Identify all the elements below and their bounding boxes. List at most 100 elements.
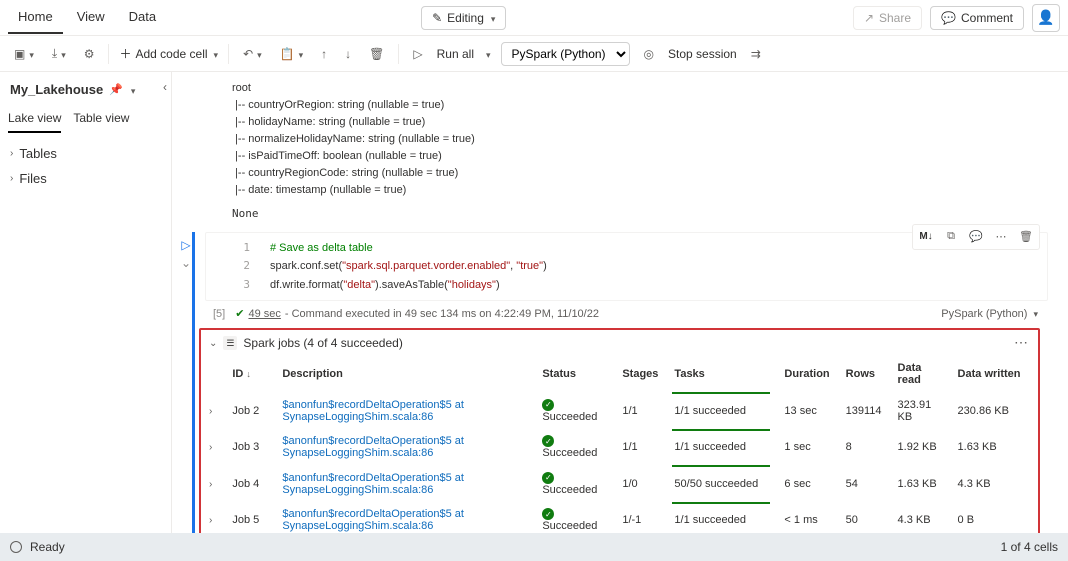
execution-status: [5] ✔ 49 sec - Command executed in 49 se…	[203, 301, 1048, 326]
job-tasks: 1/1 succeeded	[674, 405, 746, 417]
share-button[interactable]: ↗ Share	[853, 6, 922, 30]
kernel-select[interactable]: PySpark (Python)	[501, 42, 630, 66]
tree-files[interactable]: › Files	[6, 166, 165, 191]
job-data-read: 1.63 KB	[890, 465, 950, 502]
success-icon: ✓	[542, 508, 554, 520]
cell-comment-icon[interactable]: 💬	[965, 227, 987, 247]
job-id: Job 2	[224, 392, 274, 429]
spark-header-label: Spark jobs (4 of 4 succeeded)	[243, 336, 402, 350]
success-icon: ✓	[542, 472, 554, 484]
markdown-toggle-icon[interactable]: M↓	[915, 227, 937, 247]
status-bar: Ready 1 of 4 cells	[0, 533, 1068, 561]
none-output: None	[232, 207, 1048, 220]
spark-job-row[interactable]: › Job 3 $anonfun$recordDeltaOperation$5 at…	[201, 429, 1038, 466]
job-stages: 1/1	[614, 392, 666, 429]
queue-icon[interactable]: ⇉	[747, 45, 765, 63]
run-cell-icon[interactable]: ▷	[181, 238, 190, 252]
job-data-written: 4.3 KB	[950, 465, 1038, 502]
cell-prompt: [5]	[213, 308, 225, 320]
expand-row-icon[interactable]: ›	[209, 515, 212, 526]
menu-view[interactable]: View	[67, 1, 115, 34]
lake-view-tab[interactable]: Lake view	[8, 105, 61, 133]
editing-label: Editing	[447, 11, 484, 25]
share-icon: ↗	[864, 11, 874, 25]
exec-kernel: PySpark (Python)	[941, 308, 1027, 320]
run-all-button[interactable]: Run all	[437, 47, 474, 61]
chevron-down-icon[interactable]	[484, 47, 491, 61]
tree-files-label: Files	[19, 171, 46, 186]
spark-job-row[interactable]: ›Job 4$anonfun$recordDeltaOperation$5 at…	[201, 465, 1038, 502]
job-status: Succeeded	[542, 484, 597, 496]
status-ready: Ready	[30, 540, 65, 554]
job-data-written: 230.86 KB	[950, 392, 1038, 429]
export-icon[interactable]: ⤓	[48, 44, 70, 63]
job-description-link[interactable]: $anonfun$recordDeltaOperation$5 at Synap…	[282, 435, 464, 459]
task-progress-bar	[672, 392, 770, 394]
pin-icon[interactable]: 📌	[109, 83, 123, 96]
panel-more-icon[interactable]: ⋯	[1014, 334, 1028, 351]
job-tasks: 1/1 succeeded	[674, 514, 746, 526]
job-description-link[interactable]: $anonfun$recordDeltaOperation$5 at Synap…	[282, 399, 464, 423]
job-data-written: 0 B	[950, 502, 1038, 533]
delete-icon[interactable]: 🗑	[365, 45, 388, 63]
spark-jobs-table: ID ↓ Description Status Stages Tasks Dur…	[201, 356, 1038, 533]
job-description-link[interactable]: $anonfun$recordDeltaOperation$5 at Synap…	[282, 508, 464, 532]
cell-more-icon[interactable]: ⋯	[990, 227, 1012, 247]
add-code-cell-button[interactable]: ＋ Add code cell	[119, 45, 218, 62]
chevron-right-icon: ›	[10, 148, 13, 159]
menu-data[interactable]: Data	[119, 1, 166, 34]
cell-delete-icon[interactable]: 🗑	[1015, 227, 1037, 247]
edit-icon: ✎	[432, 11, 442, 25]
comment-button[interactable]: 💬 Comment	[930, 6, 1024, 30]
expand-row-icon[interactable]: ›	[209, 442, 212, 453]
job-status: Succeeded	[542, 411, 597, 423]
table-view-tab[interactable]: Table view	[73, 105, 129, 133]
run-icon[interactable]: ▷	[409, 45, 426, 63]
schema-output: root |-- countryOrRegion: string (nullab…	[192, 72, 1068, 226]
collapse-spark-icon[interactable]: ⌄	[209, 338, 217, 349]
task-progress-bar	[672, 465, 770, 467]
separator	[108, 44, 109, 64]
status-indicator-icon	[10, 541, 22, 553]
job-rows: 54	[838, 465, 890, 502]
target-icon[interactable]: ◎	[640, 45, 658, 63]
comment-icon: 💬	[941, 11, 956, 25]
save-icon[interactable]: ▣	[10, 45, 38, 63]
separator	[398, 44, 399, 64]
spark-jobs-panel: ⋯ ⌄ ☰ Spark jobs (4 of 4 succeeded) ID ↓…	[199, 328, 1040, 533]
cell-copy-icon[interactable]: ⧉	[940, 227, 962, 247]
exec-msg: - Command executed in 49 sec 134 ms on 4…	[285, 308, 599, 320]
job-status: Succeeded	[542, 447, 597, 459]
editing-button[interactable]: ✎ Editing	[421, 6, 506, 30]
collapse-cell-icon[interactable]: ⌄	[181, 256, 191, 270]
job-rows: 139114	[838, 392, 890, 429]
person-icon: 👤	[1037, 9, 1054, 26]
move-up-icon[interactable]: ↑	[317, 45, 331, 63]
collab-button[interactable]: 👤	[1032, 4, 1060, 32]
job-status: Succeeded	[542, 520, 597, 532]
job-duration: 13 sec	[776, 392, 837, 429]
menu-home[interactable]: Home	[8, 1, 63, 34]
clipboard-icon[interactable]: 📋	[276, 45, 307, 63]
task-progress-bar	[672, 429, 770, 431]
expand-row-icon[interactable]: ›	[209, 479, 212, 490]
job-description-link[interactable]: $anonfun$recordDeltaOperation$5 at Synap…	[282, 472, 464, 496]
chevron-down-icon[interactable]	[1031, 308, 1038, 320]
collapse-sidebar-icon[interactable]: ‹	[163, 80, 167, 94]
cell-toolbar: M↓ ⧉ 💬 ⋯ 🗑	[912, 224, 1040, 250]
job-duration: 6 sec	[776, 465, 837, 502]
job-id: Job 3	[224, 429, 274, 466]
job-id: Job 5	[224, 502, 274, 533]
code-cell-5[interactable]: M↓ ⧉ 💬 ⋯ 🗑 ▷ ⌄ 1# Save as delta table 2s…	[192, 232, 1048, 533]
settings-icon[interactable]: ⚙	[80, 45, 99, 63]
spark-job-row[interactable]: › Job 2 $anonfun$recordDeltaOperation$5 at…	[201, 392, 1038, 429]
undo-icon[interactable]: ↶	[239, 45, 266, 63]
expand-row-icon[interactable]: ›	[209, 406, 212, 417]
exec-time: 49 sec	[248, 308, 280, 320]
stop-session-button[interactable]: Stop session	[668, 47, 737, 61]
tree-tables[interactable]: › Tables	[6, 141, 165, 166]
chevron-down-icon[interactable]	[129, 83, 136, 97]
move-down-icon[interactable]: ↓	[341, 45, 355, 63]
spark-job-row[interactable]: › Job 5 $anonfun$recordDeltaOperation$5 at…	[201, 502, 1038, 533]
comment-label: Comment	[961, 11, 1013, 25]
